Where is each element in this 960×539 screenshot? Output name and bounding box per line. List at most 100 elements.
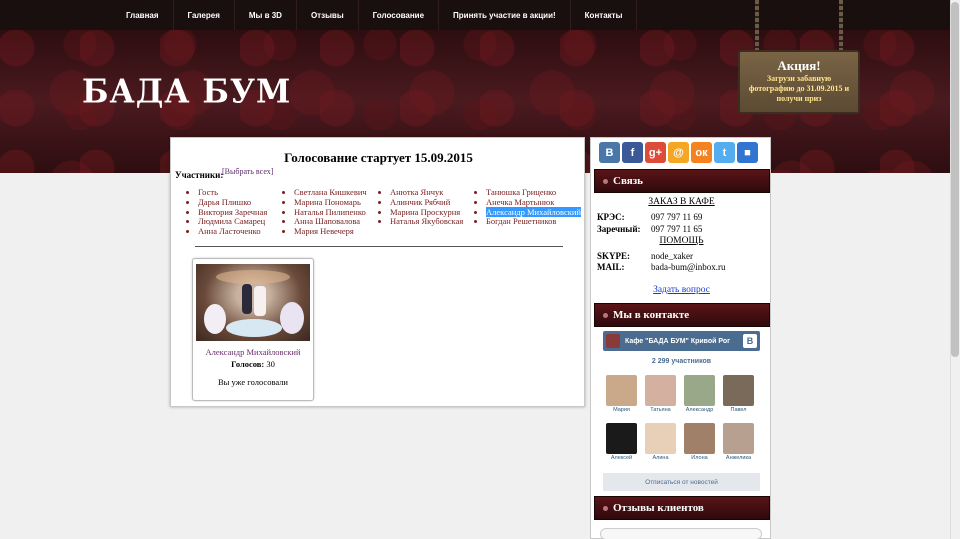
- mail-label: MAIL:: [597, 262, 625, 272]
- mail-ru-icon[interactable]: @: [668, 142, 689, 163]
- order-link[interactable]: ЗАКАЗ В КАФЕ: [591, 197, 772, 207]
- avatar: [645, 375, 676, 406]
- vote-status: Вы уже голосовали: [218, 377, 288, 387]
- delicious-icon[interactable]: ■: [737, 142, 758, 163]
- odnoklassniki-icon[interactable]: ок: [691, 142, 712, 163]
- participants-column: ГостьДарья ПлишкоВиктория ЗаречнаяЛюдмил…: [189, 187, 285, 237]
- participant-name: Светлана Кишкевич: [294, 187, 367, 197]
- vk-member[interactable]: Илона: [684, 423, 715, 461]
- vk-member[interactable]: Алина: [645, 423, 676, 461]
- participants-list: ГостьДарья ПлишкоВиктория ЗаречнаяЛюдмил…: [189, 187, 581, 237]
- vk-members-count[interactable]: 2 299 участников: [591, 358, 772, 365]
- participant-name: Алинчик Рябчий: [390, 196, 451, 207]
- participant-name: Наталья Якубовская: [390, 216, 464, 227]
- reviews-header: Отзывы клиентов: [594, 496, 770, 520]
- zarech-contact: Заречный: 097 797 11 65: [597, 224, 702, 234]
- nav-item[interactable]: Голосование: [359, 0, 440, 30]
- nav-item-label: Мы в 3D: [248, 10, 282, 20]
- avatar: [723, 375, 754, 406]
- avatar: [723, 423, 754, 454]
- nav-item[interactable]: Главная: [112, 0, 174, 30]
- vk-member[interactable]: Анжелика: [723, 423, 754, 461]
- unsubscribe-button[interactable]: Отписаться от новостей: [603, 473, 760, 491]
- nav-item-label: Голосование: [372, 10, 425, 20]
- vk-member[interactable]: Мария: [606, 375, 637, 413]
- contestant-card[interactable]: Александр Михайловский Голосов: 30 Вы уж…: [192, 258, 314, 401]
- votes-count: 30: [266, 359, 275, 369]
- vk-members-grid: Мария Татьяна Александр Павел Алексей Алина Ил…: [606, 375, 761, 461]
- promo-text: Загрузи забавную фотографию до 31.09.201…: [748, 74, 850, 103]
- vk-member[interactable]: Александр: [684, 375, 715, 413]
- kres-label: КРЭС:: [597, 212, 625, 222]
- participants-column: Светлана КишкевичМарина ПономарьНаталья …: [285, 187, 381, 237]
- google-plus-icon[interactable]: g+: [645, 142, 666, 163]
- mail-value: bada-bum@inbox.ru: [651, 262, 726, 272]
- select-all-link[interactable]: [Выбрать всех]: [222, 167, 273, 176]
- vk-group-link[interactable]: Кафе "БАДА БУМ" Кривой Рог В: [603, 331, 760, 351]
- vk-group-name: Кафе "БАДА БУМ" Кривой Рог: [625, 337, 731, 345]
- nav-item[interactable]: Галерея: [174, 0, 235, 30]
- scrollbar-thumb[interactable]: [951, 2, 959, 357]
- skype-contact: SKYPE: node_xaker: [597, 251, 693, 261]
- nav-item[interactable]: Мы в 3D: [235, 0, 297, 30]
- contestant-name[interactable]: Александр Михайловский: [193, 347, 313, 357]
- social-share-bar: Вf g+ @ ок t ■: [599, 142, 758, 163]
- participant-item[interactable]: Мария Невечеря: [294, 226, 381, 237]
- bullet-icon: [603, 312, 608, 318]
- vk-member-name: Татьяна: [650, 407, 671, 413]
- voting-title: Голосование стартует 15.09.2015: [284, 150, 473, 165]
- participant-name: Гость: [198, 187, 218, 197]
- mail-contact: MAIL: bada-bum@inbox.ru: [597, 262, 726, 272]
- participant-name: Людмила Самарец: [198, 216, 266, 227]
- zarech-label: Заречный:: [597, 224, 641, 234]
- group-avatar: [606, 334, 620, 348]
- twitter-icon[interactable]: t: [714, 142, 735, 163]
- vk-member-name: Александр: [685, 407, 714, 413]
- facebook-icon[interactable]: f: [622, 142, 643, 163]
- vk-member[interactable]: Алексей: [606, 423, 637, 461]
- contestant-photo[interactable]: [196, 264, 310, 341]
- reviews-input[interactable]: [600, 528, 762, 539]
- vk-header: Мы в контакте: [594, 303, 770, 327]
- vk-member[interactable]: Павел: [723, 375, 754, 413]
- contact-header-label: Связь: [613, 175, 643, 187]
- participant-item[interactable]: Анна Ласточенко: [198, 226, 285, 237]
- vk-member-name: Алина: [652, 455, 669, 461]
- contestant-votes: Голосов: 30: [193, 359, 313, 369]
- participants-label: Участники:: [175, 170, 224, 180]
- participant-name: Анна Ласточенко: [198, 226, 261, 237]
- participant-item[interactable]: Наталья Якубовская: [390, 216, 477, 227]
- nav-item[interactable]: Принять участие в акции!: [439, 0, 571, 30]
- avatar: [684, 375, 715, 406]
- vk-member-name: Мария: [613, 407, 630, 413]
- promo-sign[interactable]: Акция! Загрузи забавную фотографию до 31…: [738, 50, 860, 114]
- bullet-icon: [603, 505, 608, 511]
- nav-item[interactable]: Отзывы: [297, 0, 359, 30]
- participant-name: Марина Пономарь: [294, 196, 361, 207]
- participant-name: Дарья Плишко: [198, 196, 252, 207]
- vk-icon[interactable]: В: [599, 142, 620, 163]
- nav-item[interactable]: Контакты: [571, 0, 638, 30]
- vk-member-name: Алексей: [610, 455, 633, 461]
- skype-value: node_xaker: [651, 251, 693, 261]
- top-navigation: Главная Галерея Мы в 3D Отзывы Голосование Пр…: [0, 0, 960, 30]
- help-link[interactable]: ПОМОЩЬ: [591, 236, 772, 246]
- avatar: [606, 423, 637, 454]
- participant-name: Анютка Янчук: [390, 187, 444, 197]
- participant-item[interactable]: Богдан Решетников: [486, 216, 573, 227]
- vk-member-name: Анжелика: [725, 455, 752, 461]
- participants-column: Анютка ЯнчукАлинчик РябчийМарина Проскур…: [381, 187, 477, 237]
- vk-member[interactable]: Татьяна: [645, 375, 676, 413]
- site-logo[interactable]: БАДА БУМ: [82, 73, 291, 111]
- vk-member-name: Павел: [730, 407, 747, 413]
- page: Главная Галерея Мы в 3D Отзывы Голосование Пр…: [0, 0, 960, 539]
- participant-name: Виктория Заречная: [198, 206, 268, 217]
- nav-item-label: Отзывы: [310, 10, 344, 20]
- sign-chain-left: [755, 0, 759, 52]
- participant-name: Мария Невечеря: [294, 226, 354, 237]
- participant-name: Александр Михайловский: [486, 206, 581, 217]
- ask-question-link[interactable]: Задать вопрос: [591, 285, 772, 295]
- participant-name: Анечка Мартынюк: [486, 196, 555, 207]
- skype-label: SKYPE:: [597, 251, 631, 261]
- vk-logo-icon: В: [743, 334, 757, 348]
